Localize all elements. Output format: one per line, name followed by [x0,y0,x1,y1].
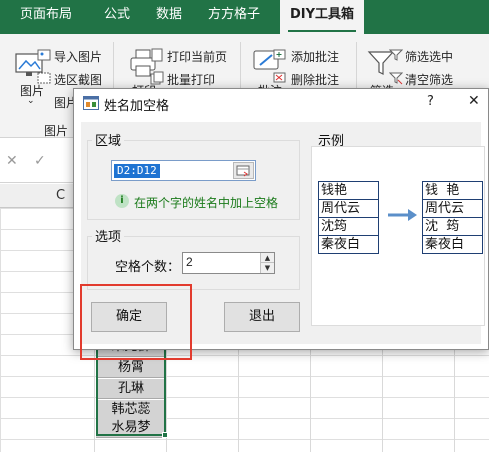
help-icon[interactable]: ? [427,94,434,109]
stepper-up-icon[interactable]: ▲ [261,253,274,263]
clear-filter-button[interactable]: 清空筛选 [405,71,453,88]
range-picker-button[interactable] [233,162,254,179]
example-cell: 钱 艳 [423,182,483,200]
print-page-icon [151,48,163,62]
spaces-count-stepper[interactable]: 2 ▲ ▼ [182,252,275,274]
selection-screenshot-button[interactable]: 选区截图 [54,71,102,88]
app-window-icon [83,96,99,110]
picture-group-label: 图片 [44,124,69,138]
range-group-label: 区域 [92,130,125,149]
options-group-label: 选项 [92,226,125,245]
import-picture-icon [37,49,51,61]
confirm-icon[interactable]: ✓ [34,153,46,169]
highlight-box [80,284,192,360]
example-cell: 周代云 [423,200,483,218]
example-before-table: 钱艳 周代云 沈筠 秦夜白 [318,181,379,254]
cancel-icon[interactable]: ✕ [6,153,18,169]
close-icon[interactable]: ✕ [468,93,480,109]
tab-formulas[interactable]: 公式 [104,0,130,34]
example-cell: 沈筠 [319,218,379,236]
clear-filter-icon [389,72,403,85]
import-picture-button[interactable]: 导入图片 [54,48,102,65]
example-panel: 钱艳 周代云 沈筠 秦夜白 钱 艳 周代云 沈 筠 秦夜白 [311,146,485,326]
dialog-title: 姓名加空格 [104,99,170,114]
example-cell: 周代云 [319,200,379,218]
tab-page-layout[interactable]: 页面布局 [20,0,72,34]
arrow-right-icon [388,209,417,221]
filter-selected-icon [389,49,403,61]
info-icon: i [115,194,129,208]
example-cell: 秦夜白 [423,236,483,254]
range-input[interactable]: D2:D12 [111,160,256,181]
exit-button[interactable]: 退出 [224,302,300,332]
batch-print-button[interactable]: 批量打印 [167,71,215,88]
example-cell: 钱艳 [319,182,379,200]
stepper-down-icon[interactable]: ▼ [261,263,274,273]
example-cell: 沈 筠 [423,218,483,236]
delete-comment-button[interactable]: 删除批注 [291,71,339,88]
range-picker-icon [236,165,250,177]
ribbon-tab-bar: 页面布局 公式 数据 方方格子 DIY工具箱 [0,0,489,34]
print-current-page-button[interactable]: 打印当前页 [167,48,227,65]
spaces-count-label: 空格个数： [115,260,181,275]
hint-text: 在两个字的姓名中加上空格 [134,196,279,210]
screenshot-icon [37,72,51,84]
add-comment-button[interactable]: 添加批注 [291,48,339,65]
range-value: D2:D12 [114,164,160,178]
tab-fangfang[interactable]: 方方格子 [208,0,260,34]
stepper-buttons: ▲ ▼ [260,253,274,273]
add-comment-icon [273,49,286,60]
chevron-down-icon[interactable]: ⌄ [27,96,35,106]
filter-selected-button[interactable]: 筛选选中 [405,48,453,65]
delete-comment-icon [273,72,286,83]
dialog-title-bar: 姓名加空格 ? ✕ [74,89,488,117]
column-header-c[interactable]: C [56,188,65,203]
example-after-table: 钱 艳 周代云 沈 筠 秦夜白 [422,181,483,254]
tab-data[interactable]: 数据 [156,0,182,34]
tab-diy-toolbox[interactable]: DIY工具箱 [280,0,365,34]
fill-handle[interactable] [162,432,168,438]
spaces-count-value[interactable]: 2 [186,255,193,269]
example-cell: 秦夜白 [319,236,379,254]
batch-print-icon [150,71,164,85]
